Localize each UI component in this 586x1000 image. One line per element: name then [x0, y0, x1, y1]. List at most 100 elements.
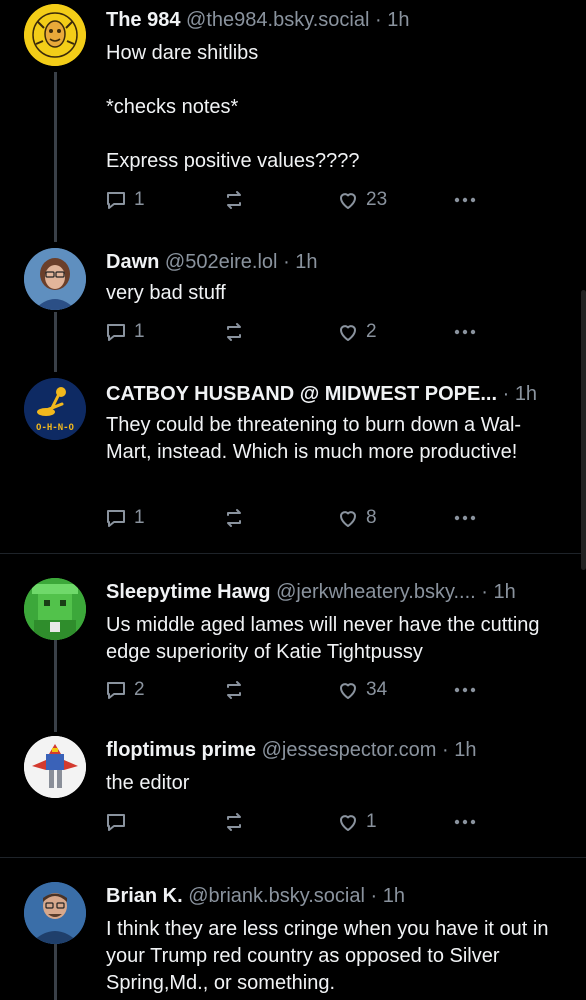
post-text: They could be threatening to burn down a…: [106, 414, 522, 463]
post[interactable]: Sleepytime Hawg @jerkwheatery.bsky.... ·…: [0, 554, 586, 730]
repost-icon: [227, 813, 241, 831]
avatar-image: [24, 736, 86, 798]
heart-icon: [340, 193, 356, 209]
like-count: 23: [366, 189, 388, 210]
repost-button[interactable]: [222, 186, 246, 214]
post-actions: 1 2: [104, 318, 484, 346]
post-time[interactable]: 1h: [295, 251, 317, 273]
repost-button[interactable]: [222, 318, 246, 346]
post[interactable]: floptimus prime @jessespector.com · 1h t…: [0, 730, 586, 856]
repost-icon: [227, 509, 241, 527]
more-options-button[interactable]: [452, 186, 478, 214]
repost-button[interactable]: [222, 504, 246, 532]
more-options-button[interactable]: [452, 504, 478, 532]
avatar-image: [24, 248, 86, 310]
post-actions: 1 8: [104, 504, 484, 532]
author-handle[interactable]: @502eire.lol: [165, 251, 278, 273]
like-count: 34: [366, 679, 388, 700]
avatar-image: [24, 578, 86, 640]
repost-button[interactable]: [222, 676, 246, 704]
like-count: 2: [366, 321, 377, 342]
post-header: Brian K. @briank.bsky.social · 1h: [106, 884, 566, 908]
post-text: the editor: [106, 772, 190, 794]
post-actions: 1: [104, 808, 484, 836]
post[interactable]: Dawn @502eire.lol · 1h very bad stuff 1 …: [0, 240, 586, 370]
repost-icon: [227, 681, 241, 699]
repost-icon: [227, 191, 241, 209]
heart-icon: [340, 511, 356, 527]
more-options-button[interactable]: [452, 676, 478, 704]
post-text: I think they are less cringe when you ha…: [106, 918, 555, 994]
ellipsis-icon: [454, 515, 476, 521]
post[interactable]: The 984 @the984.bsky.social · 1h How dar…: [0, 0, 586, 240]
post-time[interactable]: 1h: [387, 9, 409, 31]
avatar-image: [24, 882, 86, 944]
post-header: Dawn @502eire.lol · 1h: [106, 250, 566, 274]
reply-icon: [107, 192, 125, 209]
reply-count: 1: [134, 507, 145, 528]
repost-icon: [227, 323, 241, 341]
post-time[interactable]: 1h: [383, 885, 405, 907]
like-button[interactable]: 8: [336, 504, 377, 532]
separator: ·: [283, 251, 290, 273]
heart-icon: [340, 815, 356, 831]
post-actions: 2 34: [104, 676, 484, 704]
reply-count: 2: [134, 679, 145, 700]
reply-button[interactable]: 2: [104, 676, 145, 704]
like-button[interactable]: 2: [336, 318, 377, 346]
reply-icon: [107, 510, 125, 527]
author-handle[interactable]: @briank.bsky.social: [188, 885, 365, 907]
heart-icon: [340, 683, 356, 699]
reply-button[interactable]: 1: [104, 504, 145, 532]
post-time[interactable]: 1h: [494, 581, 516, 603]
author-handle[interactable]: @the984.bsky.social: [186, 9, 369, 31]
avatar[interactable]: [24, 4, 86, 66]
author-name[interactable]: The 984: [106, 9, 180, 31]
avatar[interactable]: O-H-N-O: [24, 378, 86, 440]
separator: ·: [441, 739, 449, 761]
post[interactable]: Brian K. @briank.bsky.social · 1h I thin…: [0, 858, 586, 1000]
separator: ·: [502, 383, 510, 405]
post-header: CATBOY HUSBAND @ MIDWEST POPE... · 1h: [106, 382, 566, 406]
scrollbar[interactable]: [581, 290, 586, 570]
author-handle[interactable]: @jessespector.com: [262, 739, 437, 761]
avatar[interactable]: [24, 736, 86, 798]
post-text: Us middle aged lames will never have the…: [106, 614, 546, 663]
separator: ·: [481, 581, 488, 603]
avatar-text: O-H-N-O: [36, 423, 75, 433]
post-header: The 984 @the984.bsky.social · 1h: [106, 8, 566, 32]
more-options-button[interactable]: [452, 808, 478, 836]
author-name[interactable]: floptimus prime: [106, 739, 256, 761]
author-handle[interactable]: @jerkwheatery.bsky....: [276, 581, 476, 603]
author-name[interactable]: CATBOY HUSBAND @ MIDWEST POPE...: [106, 383, 497, 405]
avatar[interactable]: [24, 882, 86, 944]
author-name[interactable]: Sleepytime Hawg: [106, 581, 271, 603]
reply-button[interactable]: [104, 808, 134, 836]
post-time[interactable]: 1h: [454, 739, 476, 761]
like-button[interactable]: 23: [336, 186, 387, 214]
author-name[interactable]: Brian K.: [106, 885, 183, 907]
avatar[interactable]: [24, 578, 86, 640]
post-text: How dare shitlibs *checks notes* Express…: [106, 42, 360, 172]
post-time[interactable]: 1h: [515, 383, 537, 405]
reply-button[interactable]: 1: [104, 186, 145, 214]
avatar[interactable]: [24, 248, 86, 310]
reply-icon: [107, 324, 125, 341]
post-text: very bad stuff: [106, 282, 226, 304]
ellipsis-icon: [454, 687, 476, 693]
like-button[interactable]: 34: [336, 676, 387, 704]
post-header: floptimus prime @jessespector.com · 1h: [106, 738, 566, 762]
separator: ·: [370, 885, 378, 907]
avatar-image: O-H-N-O: [24, 378, 86, 440]
avatar-image: [24, 4, 86, 66]
repost-button[interactable]: [222, 808, 246, 836]
reply-count: 1: [134, 189, 145, 210]
ellipsis-icon: [454, 329, 476, 335]
reply-button[interactable]: 1: [104, 318, 145, 346]
more-options-button[interactable]: [452, 318, 478, 346]
separator: ·: [374, 9, 382, 31]
author-name[interactable]: Dawn: [106, 251, 159, 273]
like-button[interactable]: 1: [336, 808, 377, 836]
post[interactable]: O-H-N-O CATBOY HUSBAND @ MIDWEST POPE...…: [0, 370, 586, 552]
ellipsis-icon: [454, 819, 476, 825]
